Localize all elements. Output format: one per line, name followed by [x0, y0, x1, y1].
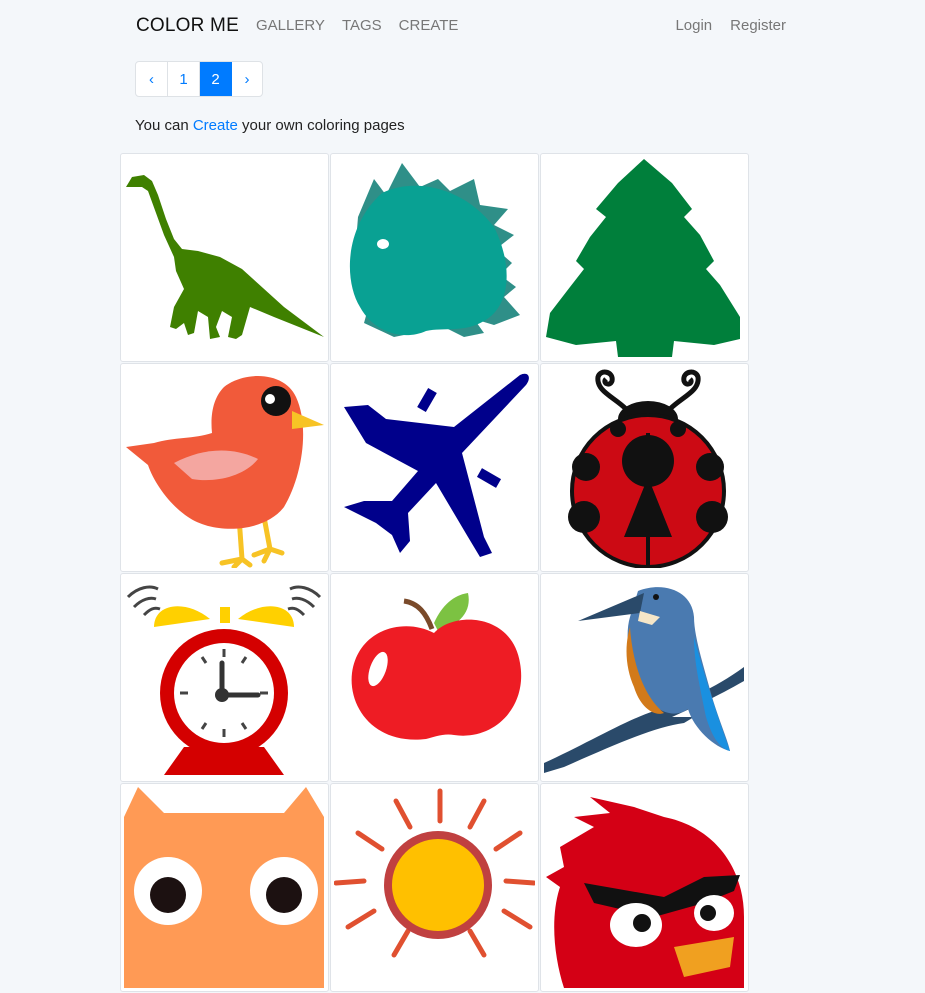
alarm-clock-icon [126, 585, 322, 775]
gallery-card-angry-bird[interactable] [540, 783, 749, 992]
dinosaur-icon [126, 175, 324, 339]
pagination: ‹ 1 2 › [135, 61, 263, 97]
brand-logo[interactable]: COLOR ME [136, 15, 239, 37]
nav-link-tags[interactable]: TAGS [342, 17, 382, 34]
navbar: COLOR ME GALLERY TAGS CREATE Login Regis… [0, 0, 925, 52]
pagination-page-2-current[interactable]: 2 [200, 62, 232, 96]
gallery-card-pine-tree[interactable] [540, 153, 749, 362]
intro-text: You can Create your own coloring pages [135, 117, 405, 134]
gallery-card-bird[interactable] [120, 363, 329, 572]
apple-icon [351, 593, 522, 740]
pagination-prev-button[interactable]: ‹ [136, 62, 168, 96]
register-link[interactable]: Register [730, 17, 786, 34]
nav-link-create[interactable]: CREATE [399, 17, 459, 34]
angry-bird-icon [546, 797, 744, 988]
ladybug-icon [568, 369, 728, 568]
auth-nav: Login Register [675, 17, 786, 34]
intro-prefix: You can [135, 117, 193, 134]
intro-suffix: your own coloring pages [237, 117, 405, 134]
pagination-next-button[interactable]: › [232, 62, 262, 96]
pagination-page-1[interactable]: 1 [168, 62, 200, 96]
gallery-card-owl[interactable] [120, 783, 329, 992]
create-link[interactable]: Create [193, 117, 238, 134]
bird-icon [126, 376, 324, 568]
gallery-card-airplane[interactable] [330, 363, 539, 572]
pine-tree-icon [546, 159, 740, 357]
owl-icon [124, 787, 324, 988]
gallery-card-stegosaurus[interactable] [330, 153, 539, 362]
gallery-card-kingfisher[interactable] [540, 573, 749, 782]
stegosaurus-icon [349, 163, 520, 337]
gallery-card-sun[interactable] [330, 783, 539, 992]
gallery-card-dinosaur[interactable] [120, 153, 329, 362]
login-link[interactable]: Login [675, 17, 712, 34]
gallery-grid [120, 153, 750, 993]
nav-link-gallery[interactable]: GALLERY [256, 17, 325, 34]
gallery-card-ladybug[interactable] [540, 363, 749, 572]
gallery-card-apple[interactable] [330, 573, 539, 782]
gallery-card-alarm-clock[interactable] [120, 573, 329, 782]
kingfisher-icon [544, 587, 744, 773]
main-nav: GALLERY TAGS CREATE [256, 17, 458, 34]
airplane-icon [344, 373, 529, 557]
sun-icon [334, 788, 535, 958]
